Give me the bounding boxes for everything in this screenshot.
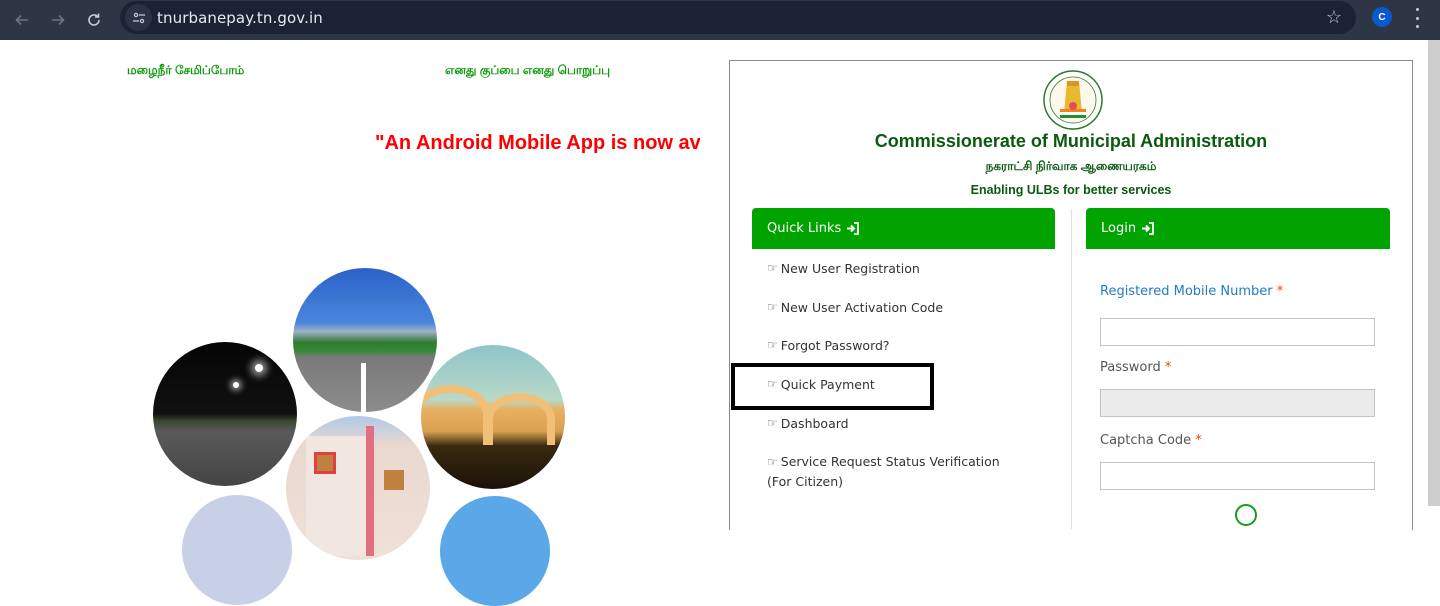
road-mountains-image	[293, 268, 437, 412]
page-content: மழைநீர் சேமிப்போம் எனது குப்பை எனது பொறு…	[0, 40, 1424, 606]
building-image	[286, 416, 430, 560]
site-info-icon	[132, 12, 145, 23]
reload-icon	[88, 13, 100, 26]
sky-image	[440, 496, 550, 606]
announcement-text: "An Android Mobile App is now av	[375, 132, 700, 154]
organization-tamil-title: நகராட்சி நிர்வாக ஆணையரகம்	[985, 159, 1157, 173]
tamil-nadu-emblem-icon	[1043, 70, 1103, 130]
password-label: Password *	[1100, 360, 1172, 375]
street-lights-image	[153, 342, 297, 486]
profile-avatar[interactable]: C	[1372, 7, 1392, 27]
tamil-slogan-waste: எனது குப்பை எனது பொறுப்பு	[445, 63, 611, 77]
hand-pointer-icon: ☞	[767, 455, 778, 469]
password-input[interactable]	[1100, 389, 1375, 417]
required-asterisk: *	[1276, 284, 1284, 299]
login-header: Login	[1086, 208, 1390, 249]
sign-in-icon	[847, 222, 860, 235]
refresh-captcha-icon[interactable]	[1235, 504, 1257, 526]
column-divider	[1071, 209, 1072, 529]
captcha-label: Captcha Code *	[1100, 433, 1202, 448]
quick-link-service-request-status[interactable]: ☞ Service Request Status Verification (Fo…	[767, 452, 1027, 491]
address-bar[interactable]: tnurbanepay.tn.gov.in ☆	[120, 1, 1356, 34]
captcha-input[interactable]	[1100, 462, 1375, 490]
login-title: Login	[1101, 221, 1137, 236]
mobile-number-input[interactable]	[1100, 318, 1375, 346]
quick-link-dashboard[interactable]: ☞ Dashboard	[767, 414, 1047, 433]
quick-link-forgot-password[interactable]: ☞ Forgot Password?	[767, 336, 1047, 355]
organization-tagline: Enabling ULBs for better services	[970, 183, 1172, 197]
hand-pointer-icon: ☞	[767, 261, 778, 275]
portal-panel: Commissionerate of Municipal Administrat…	[729, 60, 1413, 530]
forward-arrow-icon	[52, 14, 65, 26]
back-arrow-icon	[15, 14, 28, 26]
browser-toolbar: tnurbanepay.tn.gov.in ☆ C	[0, 0, 1440, 40]
sign-in-icon	[1142, 222, 1154, 235]
url-text[interactable]: tnurbanepay.tn.gov.in	[157, 9, 323, 27]
organization-title: Commissionerate of Municipal Administrat…	[874, 131, 1268, 151]
kebab-menu-icon[interactable]	[1410, 8, 1424, 28]
required-asterisk: *	[1164, 360, 1172, 375]
required-asterisk: *	[1195, 433, 1202, 448]
hand-pointer-icon: ☞	[767, 338, 778, 352]
quick-payment-highlight	[731, 363, 934, 410]
bookmark-star-icon[interactable]: ☆	[1326, 7, 1342, 28]
hand-pointer-icon: ☞	[767, 416, 778, 430]
quick-link-new-user-registration[interactable]: ☞ New User Registration	[767, 259, 1047, 278]
services-image-collage	[140, 260, 580, 606]
mobile-number-label: Registered Mobile Number *	[1100, 284, 1284, 299]
announcement-marquee: "An Android Mobile App is now av	[370, 132, 700, 162]
tamil-slogan-rainwater: மழைநீர் சேமிப்போம்	[127, 63, 245, 77]
back-button[interactable]	[8, 6, 36, 34]
reload-button[interactable]	[80, 6, 108, 34]
quick-links-header: Quick Links	[752, 208, 1055, 249]
quick-links-title: Quick Links	[767, 221, 842, 236]
building-blue-image	[182, 495, 292, 605]
site-info-button[interactable]	[125, 4, 152, 31]
page-scrollbar[interactable]	[1428, 40, 1440, 506]
quick-link-new-user-activation-code[interactable]: ☞ New User Activation Code	[767, 298, 1047, 317]
hand-pointer-icon: ☞	[767, 300, 778, 314]
forward-button[interactable]	[44, 6, 72, 34]
bridge-image	[421, 345, 565, 489]
